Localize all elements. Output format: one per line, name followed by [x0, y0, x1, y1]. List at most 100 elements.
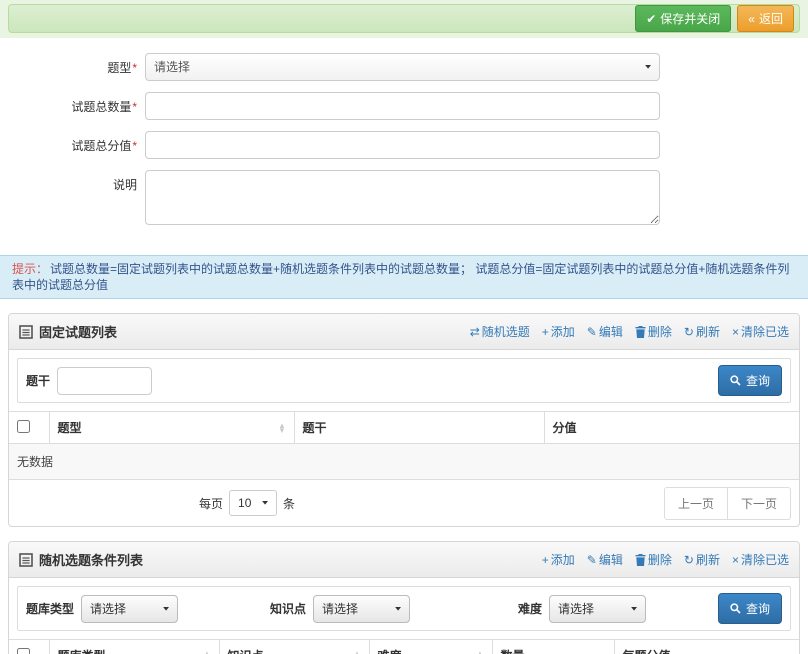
top-toolbar-strip: ✔ 保存并关闭 « 返回 [0, 0, 808, 38]
fixed-panel-body: 题干 查询 题型 ▲▼ 题干 分值 [9, 358, 799, 526]
column-count: 数量 [492, 640, 614, 654]
delete-link[interactable]: 删除 [635, 323, 672, 340]
random-pick-link[interactable]: ⇄随机选题 [470, 323, 530, 340]
table-header-row: 题库类型 ▲▼ 知识点 ▲▼ 难度 ▲▼ 数量 [9, 640, 799, 654]
total-score-label: 试题总分值* [0, 131, 137, 154]
fixed-query-button[interactable]: 查询 [718, 365, 782, 396]
fixed-questions-panel: 固定试题列表 ⇄随机选题 +添加 ✎编辑 删除 ↻刷新 ×清除已选 题干 查询 [8, 313, 800, 527]
fixed-panel-toolbar: ⇄随机选题 +添加 ✎编辑 删除 ↻刷新 ×清除已选 [458, 323, 789, 340]
plus-icon: + [542, 325, 549, 339]
sort-icon: ▲▼ [353, 651, 360, 654]
fixed-panel-heading: 固定试题列表 ⇄随机选题 +添加 ✎编辑 删除 ↻刷新 ×清除已选 [9, 314, 799, 350]
difficulty-select[interactable]: 请选择 [549, 595, 646, 623]
column-stem: 题干 [294, 412, 544, 444]
sort-icon: ▲▼ [203, 651, 210, 654]
form-row-description: 说明 [0, 170, 808, 228]
hint-text: 试题总数量=固定试题列表中的试题总数量+随机选题条件列表中的试题总数量； 试题总… [12, 262, 789, 292]
column-difficulty[interactable]: 难度 ▲▼ [369, 640, 492, 654]
clear-selected-link[interactable]: ×清除已选 [732, 551, 789, 568]
trash-icon [635, 554, 646, 566]
empty-data-text: 无数据 [9, 444, 799, 480]
random-conditions-panel: 随机选题条件列表 +添加 ✎编辑 删除 ↻刷新 ×清除已选 题库类型 请选择 ▼… [8, 541, 800, 654]
refresh-icon: ↻ [684, 553, 694, 567]
list-icon [19, 553, 33, 567]
description-textarea[interactable] [145, 170, 660, 225]
stem-search-input[interactable] [57, 367, 152, 395]
form-row-total-score: 试题总分值* [0, 131, 808, 159]
save-close-label: 保存并关闭 [660, 10, 720, 27]
column-question-type[interactable]: 题型 ▲▼ [49, 412, 294, 444]
clear-icon: × [732, 325, 739, 339]
column-score: 分值 [544, 412, 799, 444]
edit-icon: ✎ [587, 553, 597, 567]
column-knowledge[interactable]: 知识点 ▲▼ [219, 640, 369, 654]
form-row-total-count: 试题总数量* [0, 92, 808, 120]
total-count-input[interactable] [145, 92, 660, 120]
knowledge-select[interactable]: 请选择 [313, 595, 410, 623]
trash-icon [635, 326, 646, 338]
filter-bank-type: 题库类型 请选择 ▼ [26, 595, 178, 623]
fixed-questions-table: 题型 ▲▼ 题干 分值 无数据 [9, 411, 799, 480]
random-panel-toolbar: +添加 ✎编辑 删除 ↻刷新 ×清除已选 [530, 551, 789, 568]
page-size-select[interactable]: 10 [229, 490, 277, 516]
column-score-per-question: 每题分值 [614, 640, 799, 654]
top-toolbar: ✔ 保存并关闭 « 返回 [8, 4, 800, 33]
select-all-checkbox[interactable] [17, 420, 30, 433]
page-size-control: 每页 10 ▼ 条 [199, 490, 295, 516]
save-close-button[interactable]: ✔ 保存并关闭 [635, 5, 731, 32]
add-link[interactable]: +添加 [542, 551, 575, 568]
filter-difficulty: 难度 请选择 ▼ [518, 595, 646, 623]
hint-bar: 提示：试题总数量=固定试题列表中的试题总数量+随机选题条件列表中的试题总数量； … [0, 255, 808, 299]
required-marker: * [132, 100, 137, 114]
edit-link[interactable]: ✎编辑 [587, 551, 623, 568]
random-panel-heading: 随机选题条件列表 +添加 ✎编辑 删除 ↻刷新 ×清除已选 [9, 542, 799, 578]
random-query-button[interactable]: 查询 [718, 593, 782, 624]
column-bank-type[interactable]: 题库类型 ▲▼ [49, 640, 219, 654]
required-marker: * [132, 61, 137, 75]
delete-link[interactable]: 删除 [635, 551, 672, 568]
back-label: 返回 [759, 10, 783, 27]
refresh-link[interactable]: ↻刷新 [684, 551, 720, 568]
total-count-label: 试题总数量* [0, 92, 137, 115]
search-icon [730, 603, 741, 614]
sort-icon: ▲▼ [278, 423, 285, 433]
question-type-select[interactable]: 请选择 [145, 53, 660, 81]
plus-icon: + [542, 553, 549, 567]
add-link[interactable]: +添加 [542, 323, 575, 340]
shuffle-icon: ⇄ [470, 325, 480, 339]
random-conditions-table: 题库类型 ▲▼ 知识点 ▲▼ 难度 ▲▼ 数量 [9, 639, 799, 654]
per-page-suffix: 条 [283, 495, 295, 512]
filter-knowledge: 知识点 请选择 ▼ [270, 595, 410, 623]
search-icon [730, 375, 741, 386]
form-row-question-type: 题型* 请选择 ▼ [0, 53, 808, 81]
pager-buttons: 上一页 下一页 [664, 487, 791, 520]
bank-type-label: 题库类型 [26, 600, 74, 617]
random-panel-body: 题库类型 请选择 ▼ 知识点 请选择 ▼ 难度 请选择 ▼ [9, 586, 799, 654]
table-header-row: 题型 ▲▼ 题干 分值 [9, 412, 799, 444]
clear-selected-link[interactable]: ×清除已选 [732, 323, 789, 340]
back-chevron-icon: « [748, 12, 755, 26]
random-filter-box: 题库类型 请选择 ▼ 知识点 请选择 ▼ 难度 请选择 ▼ [17, 586, 791, 631]
bank-type-select[interactable]: 请选择 [81, 595, 178, 623]
refresh-link[interactable]: ↻刷新 [684, 323, 720, 340]
back-button[interactable]: « 返回 [737, 5, 794, 32]
random-panel-title: 随机选题条件列表 [39, 550, 143, 569]
select-all-checkbox[interactable] [17, 648, 30, 654]
edit-icon: ✎ [587, 325, 597, 339]
difficulty-label: 难度 [518, 600, 542, 617]
fixed-panel-title: 固定试题列表 [39, 322, 117, 341]
next-page-button[interactable]: 下一页 [727, 487, 791, 520]
empty-data-row: 无数据 [9, 444, 799, 480]
fixed-pagination: 每页 10 ▼ 条 上一页 下一页 [9, 480, 799, 526]
description-label: 说明 [0, 170, 137, 193]
fixed-search-box: 题干 查询 [17, 358, 791, 403]
hint-prefix: 提示： [12, 262, 48, 276]
edit-link[interactable]: ✎编辑 [587, 323, 623, 340]
sort-icon: ▲▼ [476, 651, 483, 654]
exam-form: 题型* 请选择 ▼ 试题总数量* 试题总分值* 说明 [0, 38, 808, 255]
per-page-prefix: 每页 [199, 495, 223, 512]
total-score-input[interactable] [145, 131, 660, 159]
prev-page-button[interactable]: 上一页 [664, 487, 728, 520]
question-type-label: 题型* [0, 53, 137, 76]
clear-icon: × [732, 553, 739, 567]
